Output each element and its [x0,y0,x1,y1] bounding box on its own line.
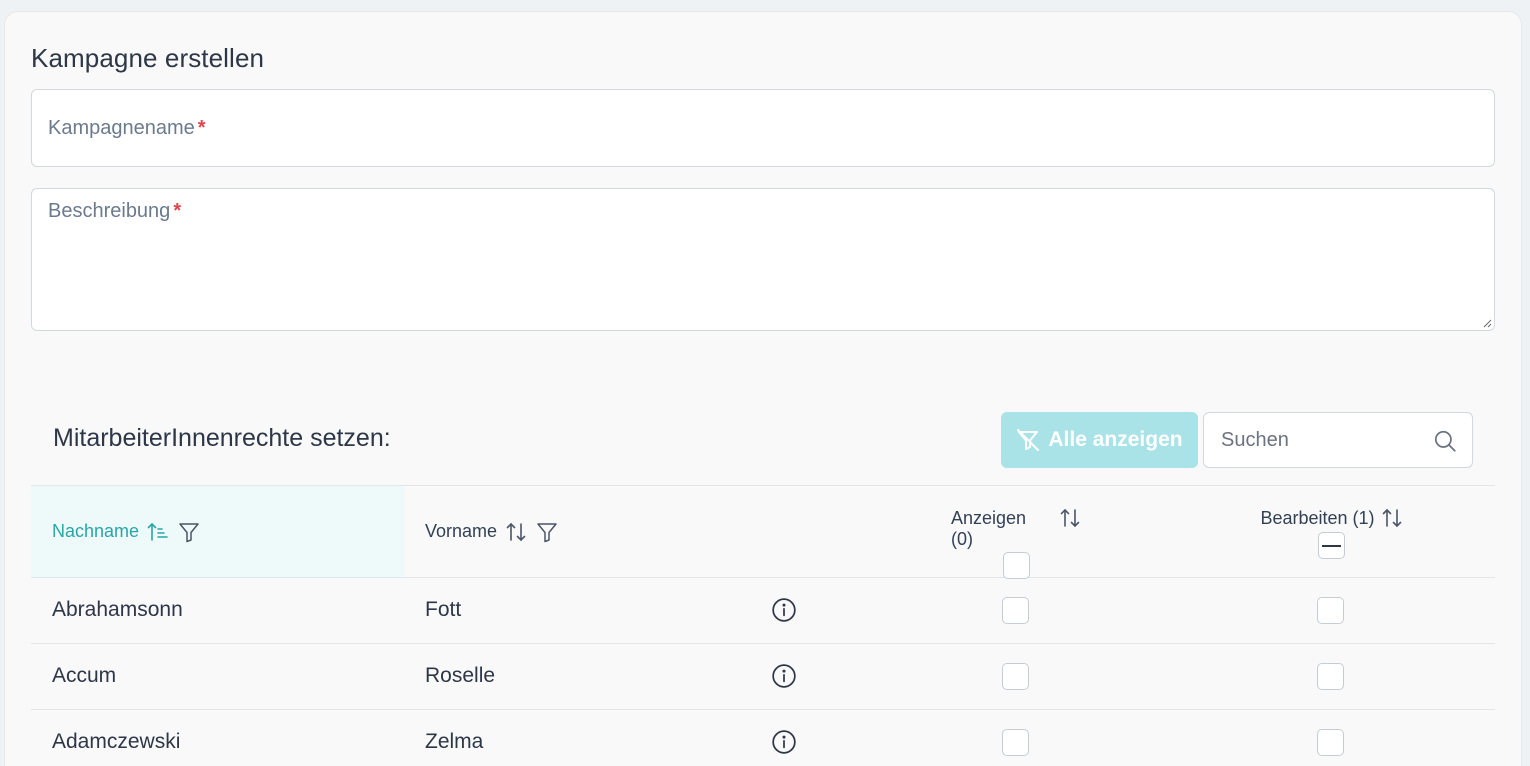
first-name-cell: Roselle [425,664,496,687]
table-row: Accum Roselle [31,644,1495,710]
search-icon[interactable] [1432,428,1458,454]
view-checkbox[interactable] [1002,597,1029,624]
edit-checkbox[interactable] [1317,663,1344,690]
first-name-cell: Zelma [425,730,484,753]
permissions-title: MitarbeiterInnenrechte setzen: [53,424,391,452]
first-name-cell: Fott [425,598,462,621]
sort-icon[interactable] [1059,508,1081,530]
column-header-first-name[interactable]: Vorname [425,486,559,577]
filter-icon[interactable] [535,520,559,544]
table-row: Abrahamsonn Fott [31,578,1495,644]
filter-off-icon [1017,429,1040,451]
filter-icon[interactable] [177,520,201,544]
sort-icon[interactable] [1381,508,1403,530]
show-all-button[interactable]: Alle anzeigen [1001,412,1198,468]
campaign-name-label: Kampagnename * [48,117,206,139]
permissions-table: Nachname Vorname Anzeigen (0) Bearbeiten… [31,485,1495,766]
search-input[interactable] [1205,414,1425,466]
select-all-view-checkbox[interactable] [1002,552,1030,579]
info-icon[interactable] [771,597,797,623]
last-name-cell: Abrahamsonn [52,598,183,621]
sort-ascending-icon[interactable] [147,521,169,543]
view-checkbox[interactable] [1002,729,1029,756]
info-icon[interactable] [771,729,797,755]
select-all-edit-checkbox[interactable] [1318,532,1345,559]
description-field[interactable]: Beschreibung * [31,188,1495,331]
table-header: Nachname Vorname Anzeigen (0) Bearbeiten… [31,485,1495,579]
edit-checkbox[interactable] [1317,729,1344,756]
last-name-cell: Accum [52,664,117,687]
edit-checkbox[interactable] [1317,597,1344,624]
description-label: Beschreibung * [48,200,182,222]
column-label-last-name: Nachname [52,521,140,541]
table-row: Adamczewski Zelma [31,710,1495,766]
last-name-cell: Adamczewski [52,730,181,753]
column-header-edit: Bearbeiten (1) [1259,508,1404,559]
resize-handle-icon[interactable] [1482,318,1492,328]
column-label-first-name: Vorname [425,521,498,541]
info-icon[interactable] [771,663,797,689]
view-checkbox[interactable] [1002,663,1029,690]
column-label-edit: Bearbeiten (1) [1260,508,1375,528]
page-title: Kampagne erstellen [31,43,265,73]
show-all-label: Alle anzeigen [1048,428,1183,451]
sort-icon[interactable] [505,521,527,543]
search-box [1203,412,1473,468]
column-label-view: Anzeigen (0) [951,508,1027,549]
column-header-view: Anzeigen (0) [951,508,1081,579]
column-header-last-name[interactable]: Nachname [31,486,404,577]
required-marker: * [173,200,182,222]
required-marker: * [197,117,206,139]
campaign-name-field[interactable]: Kampagnename * [31,89,1495,167]
